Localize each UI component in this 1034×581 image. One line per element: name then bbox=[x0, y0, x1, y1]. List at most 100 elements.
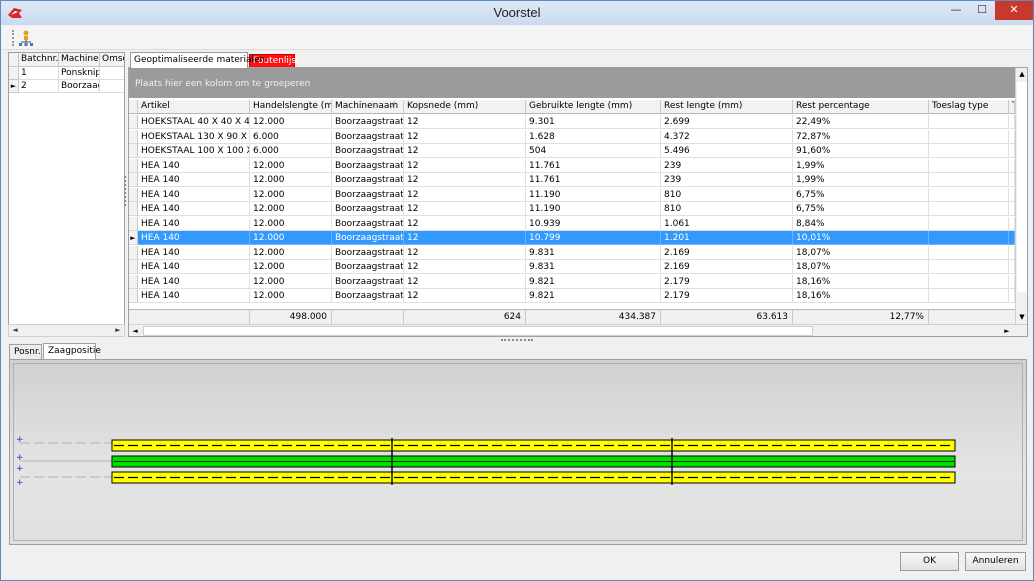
cell-machinenaam[interactable]: Boorzaagstraat bbox=[332, 129, 404, 144]
cell-rest-lengte[interactable]: 5.496 bbox=[661, 144, 793, 158]
minimize-button[interactable]: — bbox=[943, 1, 969, 20]
table-row[interactable]: HEA 140 12.000 Boorzaagstraat 12 11.190 810 6,… bbox=[129, 202, 1015, 216]
cell-handelslengte[interactable]: 6.000 bbox=[250, 144, 332, 158]
tab-posnr[interactable]: Posnr. bbox=[9, 344, 42, 359]
cell-artikel[interactable]: HEA 140 bbox=[138, 158, 250, 173]
horizontal-splitter[interactable] bbox=[501, 339, 533, 342]
row-indicator[interactable] bbox=[129, 216, 138, 231]
cell-kopsnede[interactable]: 12 bbox=[404, 245, 526, 260]
cell-t[interactable] bbox=[1009, 173, 1015, 187]
cell-handelslengte[interactable]: 12.000 bbox=[250, 158, 332, 173]
batch-row-1-machine[interactable]: Ponsknip bbox=[59, 67, 100, 80]
row-indicator[interactable] bbox=[129, 187, 138, 202]
cell-t[interactable] bbox=[1009, 129, 1015, 144]
cell-machinenaam[interactable]: Boorzaagstraat bbox=[332, 187, 404, 202]
cell-rest-lengte[interactable]: 1.201 bbox=[661, 231, 793, 245]
col-gebruikte-lengte[interactable]: Gebruikte lengte (mm) bbox=[526, 100, 661, 114]
cell-artikel[interactable]: HEA 140 bbox=[138, 202, 250, 216]
cell-rest-lengte[interactable]: 810 bbox=[661, 187, 793, 202]
table-row[interactable]: HEA 140 12.000 Boorzaagstraat 12 11.190 810 6,… bbox=[129, 187, 1015, 202]
cell-kopsnede[interactable]: 12 bbox=[404, 274, 526, 289]
title-bar[interactable]: Voorstel — ☐ ✕ bbox=[1, 1, 1033, 25]
cell-toeslag-type[interactable] bbox=[929, 245, 1009, 260]
grid-scroll-left-icon[interactable]: ◄ bbox=[129, 325, 141, 336]
cell-machinenaam[interactable]: Boorzaagstraat bbox=[332, 245, 404, 260]
cell-toeslag-type[interactable] bbox=[929, 115, 1009, 129]
scroll-right-arrow-icon[interactable]: ► bbox=[112, 325, 124, 336]
cell-t[interactable] bbox=[1009, 158, 1015, 173]
row-indicator[interactable] bbox=[129, 129, 138, 144]
table-row[interactable]: HEA 140 12.000 Boorzaagstraat 12 9.831 2.169 1… bbox=[129, 245, 1015, 260]
row-indicator[interactable] bbox=[129, 289, 138, 303]
cell-gebruikte-lengte[interactable]: 9.301 bbox=[526, 115, 661, 129]
grid-horizontal-scrollbar[interactable]: ◄ ► bbox=[129, 324, 1027, 336]
col-t[interactable]: T bbox=[1009, 100, 1015, 114]
cell-artikel[interactable]: HOEKSTAAL 40 X 40 X 4 bbox=[138, 115, 250, 129]
cell-rest-lengte[interactable]: 2.169 bbox=[661, 260, 793, 274]
row-indicator[interactable] bbox=[129, 260, 138, 274]
cell-rest-percentage[interactable]: 1,99% bbox=[793, 173, 929, 187]
table-row[interactable]: HEA 140 12.000 Boorzaagstraat 12 9.831 2.169 1… bbox=[129, 260, 1015, 274]
row-indicator[interactable] bbox=[129, 245, 138, 260]
cell-handelslengte[interactable]: 12.000 bbox=[250, 245, 332, 260]
cell-t[interactable] bbox=[1009, 187, 1015, 202]
table-row[interactable]: HEA 140 12.000 Boorzaagstraat 12 9.821 2.179 1… bbox=[129, 274, 1015, 289]
cell-machinenaam[interactable]: Boorzaagstraat bbox=[332, 274, 404, 289]
cell-artikel[interactable]: HOEKSTAAL 130 X 90 X 10 bbox=[138, 129, 250, 144]
cell-rest-percentage[interactable]: 18,07% bbox=[793, 260, 929, 274]
cell-rest-lengte[interactable]: 2.179 bbox=[661, 289, 793, 303]
batch-row-2-indicator[interactable]: ► bbox=[9, 80, 19, 93]
cell-gebruikte-lengte[interactable]: 504 bbox=[526, 144, 661, 158]
batch-row-2-machine[interactable]: Boorzaag bbox=[59, 80, 100, 93]
cell-artikel[interactable]: HEA 140 bbox=[138, 274, 250, 289]
cell-kopsnede[interactable]: 12 bbox=[404, 144, 526, 158]
table-row[interactable]: HOEKSTAAL 130 X 90 X 10 6.000 Boorzaagstra… bbox=[129, 129, 1015, 144]
cell-handelslengte[interactable]: 6.000 bbox=[250, 129, 332, 144]
vertical-scroll-thumb[interactable] bbox=[1017, 82, 1027, 292]
cell-kopsnede[interactable]: 12 bbox=[404, 216, 526, 231]
cell-rest-percentage[interactable]: 72,87% bbox=[793, 129, 929, 144]
cell-rest-percentage[interactable]: 22,49% bbox=[793, 115, 929, 129]
cell-toeslag-type[interactable] bbox=[929, 158, 1009, 173]
scroll-down-arrow-icon[interactable]: ▼ bbox=[1016, 311, 1027, 323]
table-row[interactable]: HEA 140 12.000 Boorzaagstraat 12 10.939 1.061… bbox=[129, 216, 1015, 231]
batch-row-1-nr[interactable]: 1 bbox=[19, 67, 59, 80]
materials-grid[interactable]: Plaats hier een kolom om te groeperen ▲ … bbox=[128, 67, 1028, 337]
cell-artikel[interactable]: HOEKSTAAL 100 X 100 X 10 bbox=[138, 144, 250, 158]
cell-handelslengte[interactable]: 12.000 bbox=[250, 216, 332, 231]
cell-rest-percentage[interactable]: 91,60% bbox=[793, 144, 929, 158]
cell-gebruikte-lengte[interactable]: 11.190 bbox=[526, 187, 661, 202]
batch-col-nr[interactable]: Batchnr. bbox=[19, 53, 59, 67]
batch-row-1-indicator[interactable] bbox=[9, 67, 19, 80]
cell-t[interactable] bbox=[1009, 216, 1015, 231]
cell-gebruikte-lengte[interactable]: 11.761 bbox=[526, 173, 661, 187]
toolbar-grip[interactable] bbox=[12, 30, 14, 46]
cell-rest-percentage[interactable]: 10,01% bbox=[793, 231, 929, 245]
cell-kopsnede[interactable]: 12 bbox=[404, 231, 526, 245]
cell-toeslag-type[interactable] bbox=[929, 231, 1009, 245]
horizontal-scroll-thumb[interactable] bbox=[143, 326, 813, 336]
cell-handelslengte[interactable]: 12.000 bbox=[250, 289, 332, 303]
cell-t[interactable] bbox=[1009, 202, 1015, 216]
cell-kopsnede[interactable]: 12 bbox=[404, 173, 526, 187]
cell-t[interactable] bbox=[1009, 289, 1015, 303]
cell-gebruikte-lengte[interactable]: 9.831 bbox=[526, 245, 661, 260]
cell-gebruikte-lengte[interactable]: 11.190 bbox=[526, 202, 661, 216]
cell-machinenaam[interactable]: Boorzaagstraat bbox=[332, 216, 404, 231]
col-artikel[interactable]: Artikel bbox=[138, 100, 250, 114]
scroll-left-arrow-icon[interactable]: ◄ bbox=[9, 325, 21, 336]
cell-t[interactable] bbox=[1009, 274, 1015, 289]
row-indicator[interactable] bbox=[129, 173, 138, 187]
batch-col-machine[interactable]: Machinenaam bbox=[59, 53, 100, 67]
tab-zaagpositie[interactable]: Zaagpositie bbox=[43, 343, 101, 359]
cell-handelslengte[interactable]: 12.000 bbox=[250, 231, 332, 245]
cell-gebruikte-lengte[interactable]: 9.821 bbox=[526, 274, 661, 289]
cell-t[interactable] bbox=[1009, 115, 1015, 129]
cell-rest-percentage[interactable]: 6,75% bbox=[793, 202, 929, 216]
cell-handelslengte[interactable]: 12.000 bbox=[250, 202, 332, 216]
cell-machinenaam[interactable]: Boorzaagstraat bbox=[332, 173, 404, 187]
col-rest-percentage[interactable]: Rest percentage bbox=[793, 100, 929, 114]
cell-kopsnede[interactable]: 12 bbox=[404, 158, 526, 173]
grid-vertical-scrollbar[interactable]: ▲ ▼ bbox=[1015, 68, 1027, 324]
cell-artikel[interactable]: HEA 140 bbox=[138, 173, 250, 187]
